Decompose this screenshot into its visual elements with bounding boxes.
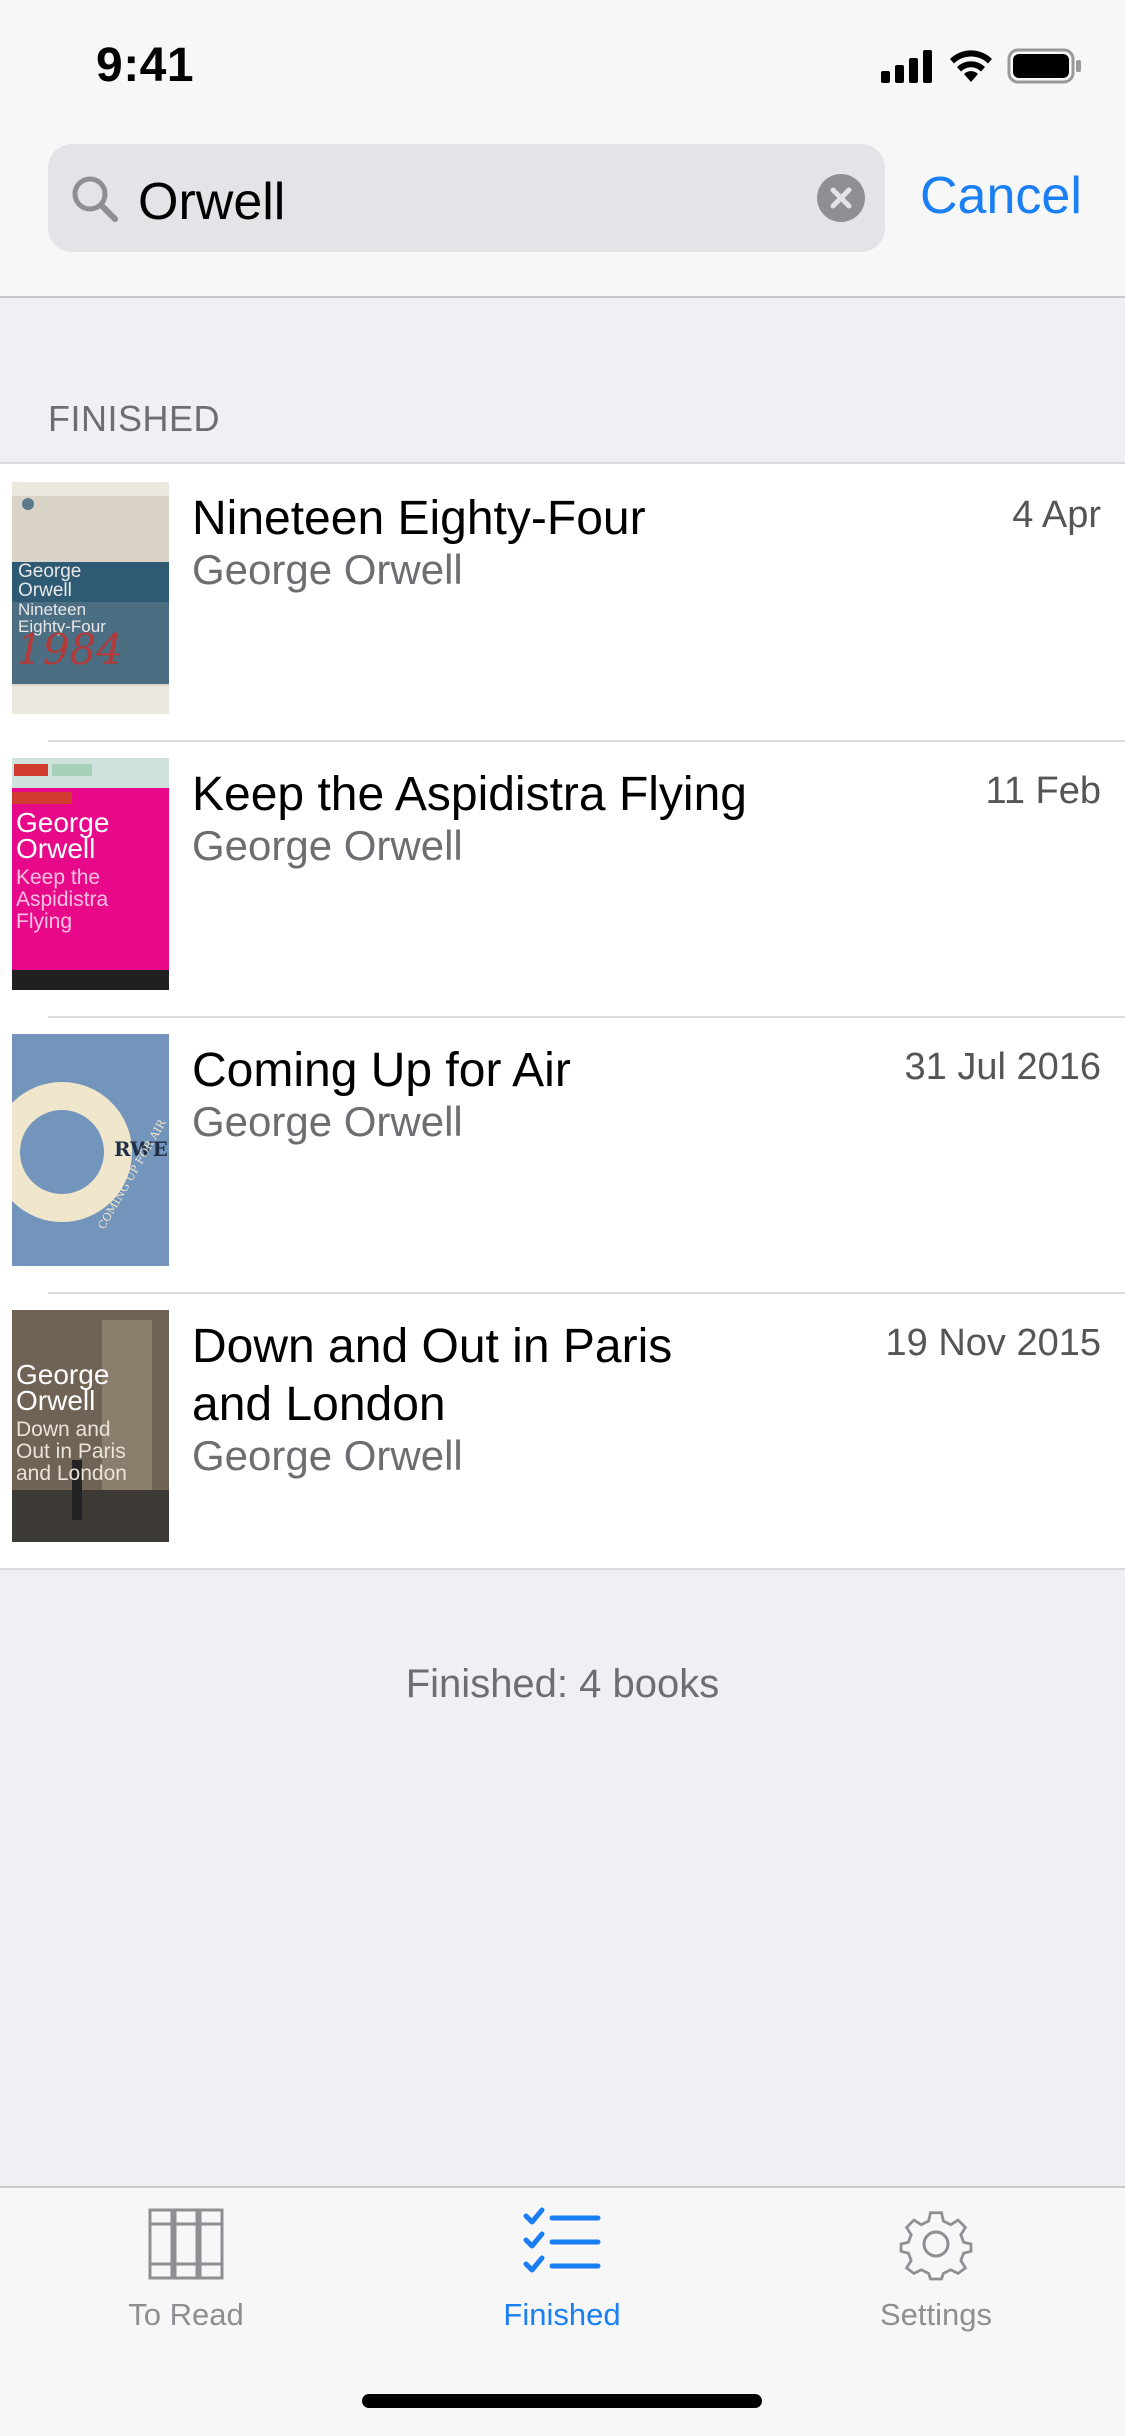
cover-text: Down and [16,1418,111,1441]
cover-text: Out in Paris [16,1440,126,1463]
book-date: 19 Nov 2015 [885,1322,1102,1364]
book-title: Keep the Aspidistra Flying [192,768,747,821]
finished-count-summary: Finished: 4 books [405,1662,720,1706]
book-title: Down and Out in Paris and London [192,1320,673,1431]
book-cover-keep-the-aspidistra-flying: George Orwell Keep the Aspidistra Flying [12,758,169,990]
cover-text: Orwell [16,833,95,864]
home-indicator[interactable] [362,2394,762,2408]
search-icon [72,176,118,222]
cover-text: George [18,561,81,582]
cover-text: and London [16,1462,127,1485]
book-author: George Orwell [192,546,463,593]
cover-text: 1984 [16,625,123,674]
book-author: George Orwell [192,822,463,869]
cover-text: Keep the [16,866,100,889]
search-input[interactable]: Orwell [138,172,285,232]
cover-text: Flying [16,910,72,933]
cellular-signal-icon [881,50,932,83]
book-cover-down-and-out-in-paris-and-london: George Orwell Down and Out in Paris and … [12,1310,169,1542]
checklist-icon [523,2207,601,2273]
list-item[interactable]: George Orwell Nineteen Eighty-Four 1984 … [0,464,1125,740]
close-icon [830,187,852,209]
book-author: George Orwell [192,1432,463,1479]
book-list: George Orwell Nineteen Eighty-Four 1984 … [0,462,1125,1570]
book-date: 31 Jul 2016 [904,1046,1102,1088]
book-title: Nineteen Eighty-Four [192,492,646,545]
list-item[interactable]: George Orwell Down and Out in Paris and … [0,1292,1125,1568]
list-item[interactable]: George Orwell Keep the Aspidistra Flying… [0,740,1125,1016]
status-bar: 9:41 [0,0,1125,132]
book-author: George Orwell [192,1098,463,1145]
wifi-icon [950,50,992,82]
cover-text: Orwell [16,1385,95,1416]
book-title: Coming Up for Air [192,1044,571,1097]
cover-text: Aspidistra [16,888,109,911]
tab-label: To Read [128,2297,244,2332]
clear-search-button[interactable] [817,174,865,222]
tab-label: Finished [503,2297,621,2332]
book-cover-coming-up-for-air: RWELL COMING UP FOR AIR [12,1034,169,1266]
gear-icon [899,2211,973,2281]
books-icon [148,2208,224,2280]
tab-settings[interactable]: Settings [786,2206,1086,2333]
book-date: 11 Feb [985,770,1101,812]
book-date: 4 Apr [1012,494,1101,536]
search-field[interactable]: Orwell [48,144,885,252]
cover-text: Orwell [18,580,72,601]
status-time: 9:41 [96,39,195,92]
tab-to-read[interactable]: To Read [36,2206,336,2333]
section-header: FINISHED [48,398,221,439]
tab-finished[interactable]: Finished [412,2206,712,2333]
status-icons [881,48,1083,84]
list-item[interactable]: RWELL COMING UP FOR AIR Coming Up for Ai… [0,1016,1125,1292]
tab-label: Settings [879,2297,992,2332]
search-bar: Orwell Cancel [0,132,1125,298]
battery-icon [1007,48,1081,84]
cancel-button[interactable]: Cancel [920,166,1082,226]
book-cover-nineteen-eighty-four: George Orwell Nineteen Eighty-Four 1984 [12,482,169,714]
